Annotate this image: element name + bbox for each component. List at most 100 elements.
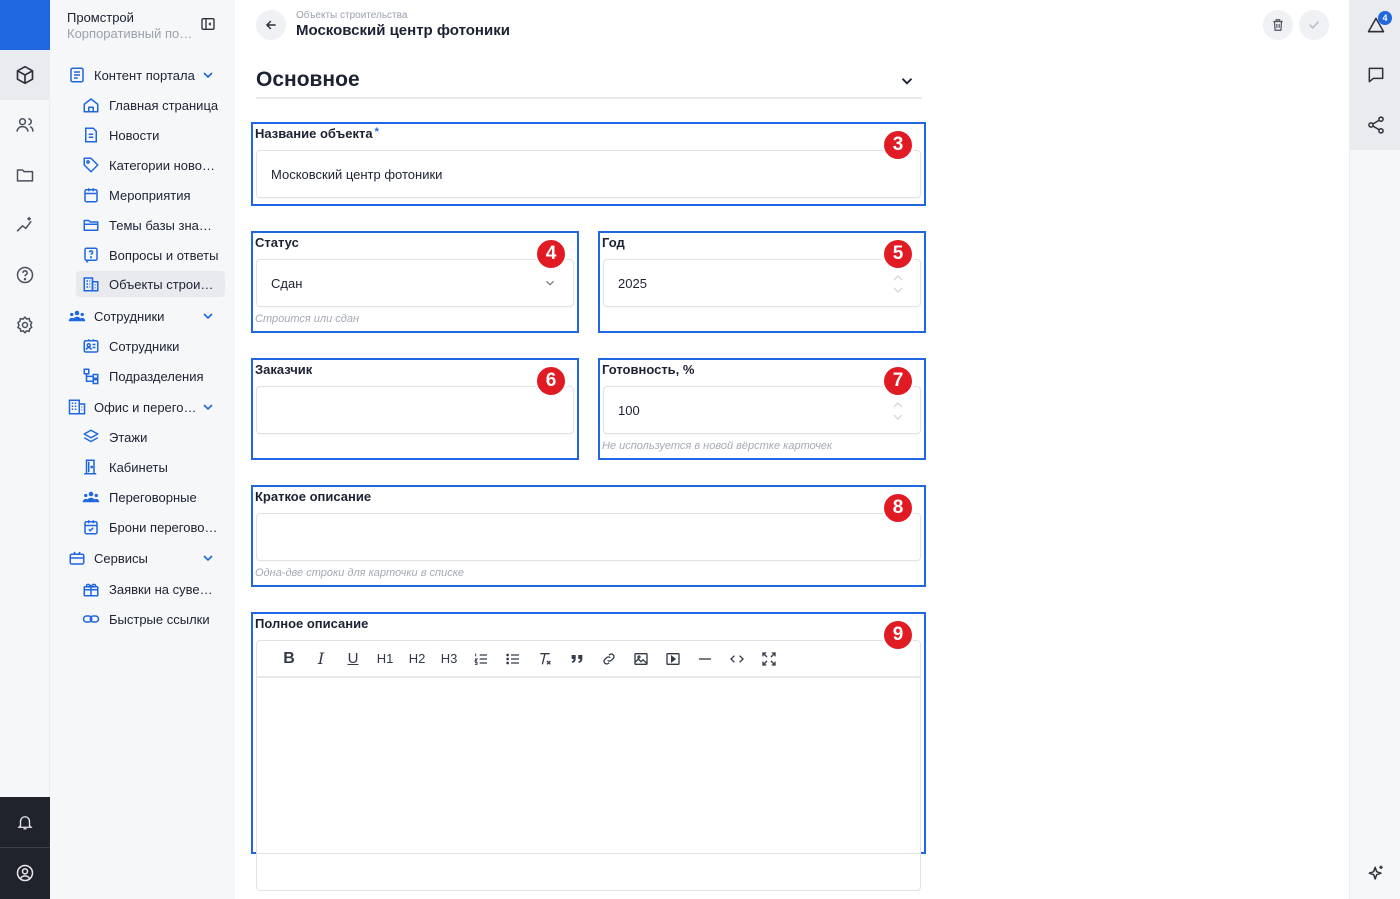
tasks-button[interactable]: 4	[1350, 0, 1400, 50]
rail-content-button[interactable]	[0, 50, 50, 100]
sidebar-item-news[interactable]: Новости	[76, 122, 225, 148]
sidebar-item-employees[interactable]: Сотрудники	[76, 333, 225, 359]
sidebar-item-floors[interactable]: Этажи	[76, 424, 225, 450]
help-icon	[16, 266, 34, 284]
year-input[interactable]: 2025	[603, 259, 921, 307]
short-description-input[interactable]	[256, 513, 921, 561]
icon-rail	[0, 0, 50, 899]
rail-help-button[interactable]	[0, 250, 50, 300]
rail-settings-button[interactable]	[0, 300, 50, 350]
image-button[interactable]	[625, 647, 657, 671]
users-icon	[16, 118, 34, 132]
sidebar-item-events[interactable]: Мероприятия	[76, 182, 225, 208]
status-select[interactable]: Сдан	[256, 259, 574, 307]
heading3-button[interactable]: H3	[433, 647, 465, 671]
clear-format-button[interactable]	[529, 647, 561, 671]
services-icon	[66, 547, 88, 569]
sidebar-collapse-button[interactable]	[200, 16, 216, 32]
building-icon	[82, 275, 100, 293]
sidebar-group-services[interactable]: Сервисы	[66, 546, 226, 570]
video-button[interactable]	[657, 647, 689, 671]
sidebar-item-meeting-rooms[interactable]: Переговорные	[76, 484, 225, 510]
sidebar: Промстрой Корпоративный портал Контент п…	[50, 0, 235, 899]
field-status: Статус Сдан Строится или сдан 4	[251, 231, 579, 333]
sidebar-item-news-categories[interactable]: Категории новостей	[76, 152, 225, 178]
bullet-list-icon	[506, 653, 519, 664]
sidebar-item-construction-objects[interactable]: Объекты строительства	[76, 271, 225, 297]
team-icon	[66, 305, 88, 327]
customer-input[interactable]	[256, 386, 574, 434]
notification-count-badge: 4	[1378, 11, 1392, 25]
sidebar-group-employees[interactable]: Сотрудники	[66, 304, 226, 328]
sidebar-item-faq[interactable]: Вопросы и ответы	[76, 242, 225, 268]
full-description-editor[interactable]	[256, 676, 921, 854]
sidebar-group-label: Сотрудники	[94, 308, 165, 324]
bold-button[interactable]: B	[273, 647, 305, 671]
readiness-input[interactable]: 100	[603, 386, 921, 434]
sidebar-item-label: Этажи	[109, 429, 148, 445]
blockquote-button[interactable]	[561, 647, 593, 671]
question-icon	[82, 246, 100, 264]
field-object-name: Название объекта * Московский центр фотон…	[251, 122, 926, 206]
sidebar-group-content[interactable]: Контент портала	[66, 63, 226, 87]
rail-analytics-button[interactable]	[0, 200, 50, 250]
field-customer: Заказчик 6	[251, 358, 579, 460]
ai-assistant-button[interactable]	[1350, 849, 1400, 899]
sidebar-group-label: Сервисы	[94, 550, 148, 566]
sidebar-item-souvenir-requests[interactable]: Заявки на сувениры	[76, 576, 225, 602]
app-name: Промстрой	[67, 10, 134, 25]
bullet-list-button[interactable]	[497, 647, 529, 671]
sidebar-item-departments[interactable]: Подразделения	[76, 363, 225, 389]
sidebar-item-label: Переговорные	[109, 489, 197, 505]
comments-button[interactable]	[1350, 50, 1400, 100]
sidebar-item-bookings[interactable]: Брони переговорных	[76, 514, 225, 540]
stepper-icon[interactable]	[892, 272, 904, 296]
field-short-description: Краткое описание Одна-две строки для кар…	[251, 485, 926, 587]
fullscreen-button[interactable]	[753, 647, 785, 671]
code-icon	[730, 654, 744, 663]
sidebar-item-label: Подразделения	[109, 368, 204, 384]
org-chart-icon	[82, 367, 100, 385]
annotation-badge: 7	[882, 365, 914, 397]
editor-footer	[256, 850, 921, 891]
sidebar-item-label: Брони переговорных	[109, 519, 219, 535]
sidebar-item-label: Темы базы знаний	[109, 217, 219, 233]
sidebar-item-label: Кабинеты	[109, 459, 168, 475]
heading2-button[interactable]: H2	[401, 647, 433, 671]
rail-files-button[interactable]	[0, 150, 50, 200]
chevron-down-icon[interactable]	[898, 72, 916, 90]
heading1-button[interactable]: H1	[369, 647, 401, 671]
italic-button[interactable]: I	[305, 647, 337, 671]
sparkle-icon	[1368, 865, 1383, 880]
link-icon	[82, 610, 100, 628]
sidebar-group-office[interactable]: Офис и переговорные	[66, 395, 226, 419]
chevron-down-icon	[203, 404, 213, 411]
sidebar-item-rooms[interactable]: Кабинеты	[76, 454, 225, 480]
door-icon	[82, 458, 100, 476]
link-button[interactable]	[593, 647, 625, 671]
sidebar-item-knowledge[interactable]: Темы базы знаний	[76, 212, 225, 238]
rail-users-button[interactable]	[0, 100, 50, 150]
delete-button[interactable]	[1263, 10, 1293, 40]
code-button[interactable]	[721, 647, 753, 671]
fullscreen-icon	[762, 651, 776, 666]
field-hint: Одна-две строки для карточки в списке	[255, 567, 465, 579]
back-button[interactable]	[256, 10, 286, 40]
sidebar-item-home[interactable]: Главная страница	[76, 92, 225, 118]
ordered-list-button[interactable]	[465, 647, 497, 671]
stepper-icon[interactable]	[892, 399, 904, 423]
annotation-badge: 4	[535, 238, 567, 270]
share-button[interactable]	[1350, 100, 1400, 150]
link-icon	[603, 652, 615, 665]
object-name-input[interactable]: Московский центр фотоники	[256, 150, 921, 198]
rail-notifications-button[interactable]	[0, 797, 50, 847]
save-button[interactable]	[1299, 10, 1329, 40]
horizontal-rule-button[interactable]	[689, 647, 721, 671]
breadcrumb[interactable]: Объекты строительства	[296, 10, 407, 21]
section-title: Основное	[256, 68, 360, 91]
rail-profile-button[interactable]	[0, 848, 50, 898]
underline-button[interactable]: U	[337, 647, 369, 671]
calendar-check-icon	[82, 518, 100, 536]
sidebar-item-quick-links[interactable]: Быстрые ссылки	[76, 606, 225, 632]
rail-bottom-panel	[0, 797, 50, 899]
